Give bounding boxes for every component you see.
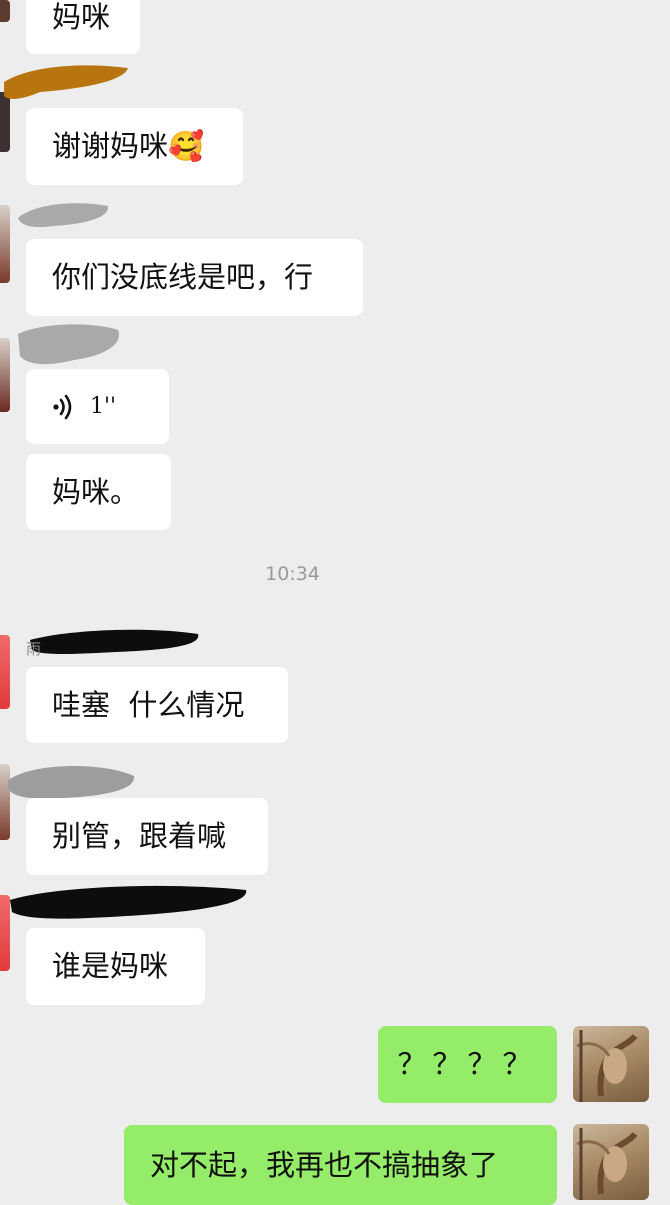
voice-message-bubble[interactable]: 1'' (26, 369, 169, 444)
timestamp: 10:34 (265, 563, 320, 585)
message-text: ？？？？ (397, 1047, 538, 1081)
message-bubble-incoming[interactable]: 你们没底线是吧，行 (26, 239, 363, 316)
partial-sender-char: 雨 (26, 640, 42, 658)
my-avatar[interactable] (573, 1026, 649, 1102)
avatar[interactable] (0, 205, 10, 283)
voice-wave-icon (53, 394, 72, 419)
message-bubble-incoming[interactable]: 哇塞 什么情况 (26, 667, 288, 743)
redacted-name (30, 629, 199, 654)
voice-duration: 1'' (90, 393, 117, 419)
redacted-name (18, 203, 109, 228)
message-bubble-incoming[interactable]: 妈咪。 (26, 454, 171, 530)
message-text: 对不起，我再也不搞抽象了 (150, 1147, 499, 1182)
my-avatar[interactable] (573, 1124, 649, 1200)
message-bubble-incoming[interactable]: 谢谢妈咪🥰 (26, 108, 243, 185)
redacted-name (18, 324, 120, 365)
redacted-name (4, 65, 128, 99)
message-text: 妈咪。 (52, 474, 140, 509)
avatar[interactable] (0, 635, 10, 709)
message-text: 别管，跟着喊 (52, 819, 227, 853)
message-bubble-outgoing[interactable]: 对不起，我再也不搞抽象了 (124, 1125, 557, 1205)
avatar[interactable] (0, 0, 10, 22)
message-bubble-incoming[interactable]: 别管，跟着喊 (26, 798, 268, 875)
redacted-name (10, 885, 247, 919)
message-text: 哇塞 什么情况 (52, 687, 245, 722)
message-bubble-outgoing[interactable]: ？？？？ (378, 1026, 557, 1103)
message-text: 你们没底线是吧，行 (52, 260, 314, 294)
message-bubble-incoming[interactable]: 妈咪 (26, 0, 140, 54)
message-text: 谢谢妈咪🥰 (52, 129, 205, 163)
avatar[interactable] (0, 338, 10, 412)
message-text: 谁是妈咪 (52, 949, 169, 983)
message-text: 妈咪 (52, 0, 111, 34)
message-bubble-incoming[interactable]: 谁是妈咪 (26, 928, 205, 1005)
